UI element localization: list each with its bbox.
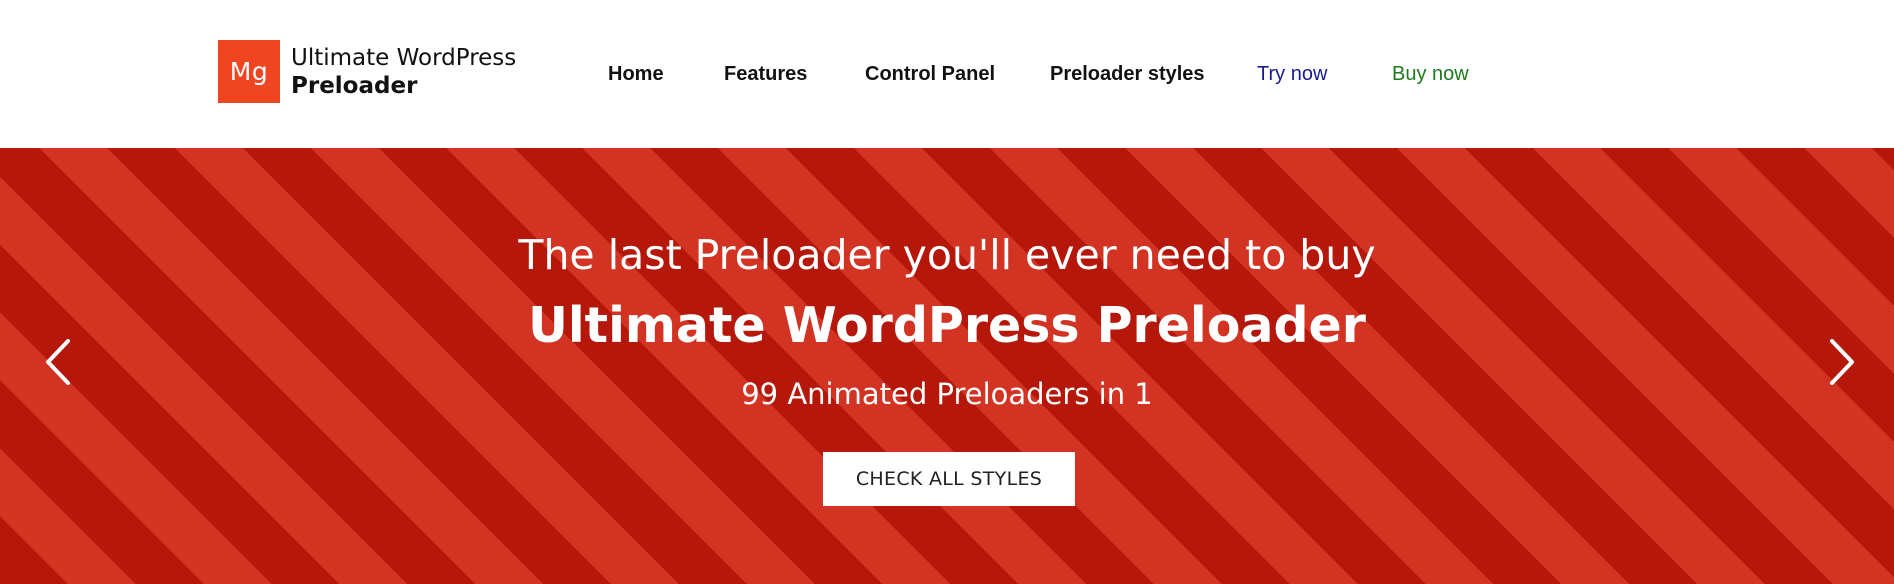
slider-next-button[interactable] <box>1822 332 1862 392</box>
hero-slider: The last Preloader you'll ever need to b… <box>0 148 1894 584</box>
nav-home[interactable]: Home <box>608 60 664 88</box>
nav-buy-now[interactable]: Buy now <box>1392 60 1469 88</box>
chevron-right-icon <box>1830 339 1854 385</box>
logo-mark: Mg <box>218 40 280 103</box>
nav-preloader-styles[interactable]: Preloader styles <box>1050 60 1205 88</box>
logo-text: Ultimate WordPress Preloader <box>291 44 516 100</box>
logo-line2: Preloader <box>291 72 418 99</box>
check-all-styles-button[interactable]: CHECK ALL STYLES <box>823 452 1075 506</box>
hero-title: Ultimate WordPress Preloader <box>528 297 1366 354</box>
hero-tagline: The last Preloader you'll ever need to b… <box>518 231 1376 279</box>
nav-control-panel[interactable]: Control Panel <box>865 60 995 88</box>
hero-subtitle: 99 Animated Preloaders in 1 <box>741 377 1153 411</box>
nav-try-now[interactable]: Try now <box>1257 60 1327 88</box>
nav-features[interactable]: Features <box>724 60 807 88</box>
logo-line1: Ultimate WordPress <box>291 44 517 71</box>
site-logo[interactable]: Mg Ultimate WordPress Preloader <box>218 40 516 103</box>
site-header: Mg Ultimate WordPress Preloader Home Fea… <box>0 0 1894 148</box>
